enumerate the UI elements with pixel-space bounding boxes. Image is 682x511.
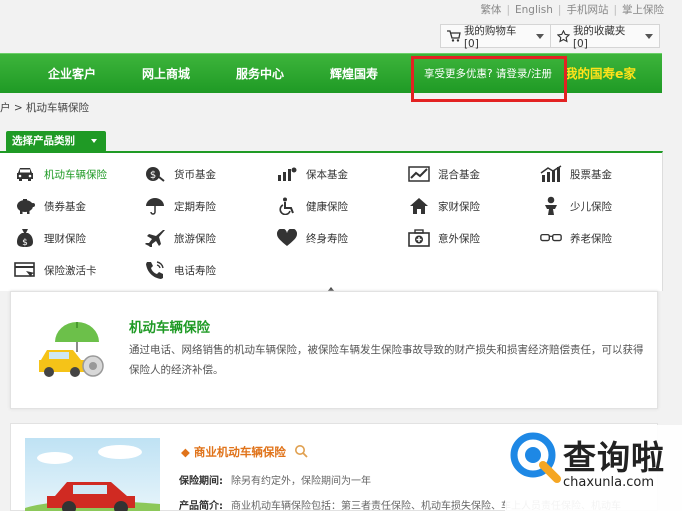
money-bag-icon: $ xyxy=(144,164,166,184)
category-label: 保险激活卡 xyxy=(44,264,97,277)
category-whole-life[interactable]: 终身寿险 xyxy=(276,228,348,248)
cart-icon xyxy=(447,30,461,42)
bullet-icon: ◆ xyxy=(181,445,190,459)
period-value: 除另有约定外，保险期间为一年 xyxy=(231,476,371,487)
heart-icon xyxy=(276,228,298,248)
baby-icon xyxy=(540,196,562,216)
watermark-text: 查询啦 xyxy=(563,438,665,477)
category-travel[interactable]: 旅游保险 xyxy=(144,228,216,248)
car-icon xyxy=(14,164,36,184)
category-detail-card: 机动车辆保险 通过电话、网络销售的机动车辆保险，被保险车辆发生保险事故导致的财产… xyxy=(10,291,658,409)
product-title-link[interactable]: ◆ 商业机动车辆保险 xyxy=(181,444,308,460)
phone-icon xyxy=(144,260,166,280)
red-car-icon xyxy=(25,445,160,511)
link-english[interactable]: English xyxy=(515,4,553,16)
link-mobile-site[interactable]: 手机网站 xyxy=(566,4,608,16)
detail-description: 通过电话、网络销售的机动车辆保险，被保险车辆发生保险事故导致的财产损失和损害经济… xyxy=(129,344,644,376)
category-label: 家财保险 xyxy=(438,200,480,213)
card-icon xyxy=(14,260,36,280)
category-activation-card[interactable]: 保险激活卡 xyxy=(14,260,97,280)
nav-enterprise[interactable]: 企业客户 xyxy=(48,54,96,94)
category-accident[interactable]: 意外保险 xyxy=(408,228,480,248)
category-label: 货币基金 xyxy=(174,168,216,181)
fund-chart-icon xyxy=(276,164,298,184)
category-label: 少儿保险 xyxy=(570,200,612,213)
chevron-down-icon xyxy=(645,33,653,39)
link-mobile-insurance[interactable]: 掌上保险 xyxy=(622,4,664,16)
chevron-down-icon xyxy=(536,33,544,39)
dollar-bag-icon: $ xyxy=(14,228,36,248)
nav-online-mall[interactable]: 网上商城 xyxy=(142,54,190,94)
product-image[interactable] xyxy=(25,438,160,511)
watermark: 查询啦 chaxunla.com xyxy=(505,425,682,511)
detail-title: 机动车辆保险 xyxy=(129,320,210,336)
category-car-insurance[interactable]: 机动车辆保险 xyxy=(14,164,107,184)
svg-text:$: $ xyxy=(22,238,28,248)
category-mixed-fund[interactable]: 混合基金 xyxy=(408,164,480,184)
first-aid-icon xyxy=(408,228,430,248)
piggy-bank-icon xyxy=(14,196,36,216)
product-title: 商业机动车辆保险 xyxy=(193,445,286,459)
category-stock-fund[interactable]: 股票基金 xyxy=(540,164,612,184)
trend-chart-icon xyxy=(408,164,430,184)
wheelchair-icon xyxy=(276,196,298,216)
car-umbrella-icon xyxy=(39,322,104,377)
favorites-button[interactable]: 我的收藏夹[0] xyxy=(550,24,659,50)
category-label: 混合基金 xyxy=(438,168,480,181)
category-bond-fund[interactable]: 债券基金 xyxy=(14,196,86,216)
intro-label: 产品简介: xyxy=(179,501,223,511)
category-label: 债券基金 xyxy=(44,200,86,213)
favorites-label: 我的收藏夹[0] xyxy=(572,24,626,50)
category-label: 电话寿险 xyxy=(174,264,216,277)
category-home-property[interactable]: 家财保险 xyxy=(408,196,480,216)
category-label: 养老保险 xyxy=(570,232,612,245)
category-label: 股票基金 xyxy=(570,168,612,181)
category-label: 健康保险 xyxy=(306,200,348,213)
category-pension[interactable]: 养老保险 xyxy=(540,228,612,248)
product-period: 保险期间: 除另有约定外，保险期间为一年 xyxy=(179,472,371,487)
category-label: 旅游保险 xyxy=(174,232,216,245)
category-label: 理财保险 xyxy=(44,232,86,245)
cart-favorites-bar: 我的购物车[0] 我的收藏夹[0] xyxy=(440,24,660,50)
page: 繁体 | English | 手机网站 | 掌上保险 我的购物车[0] 我的收藏夹[0] 企… xyxy=(0,0,682,511)
search-icon xyxy=(294,445,308,458)
category-phone-life[interactable]: 电话寿险 xyxy=(144,260,216,280)
category-term-life[interactable]: 定期寿险 xyxy=(144,196,216,216)
svg-text:$: $ xyxy=(150,170,156,181)
category-label: 意外保险 xyxy=(438,232,480,245)
category-money-fund[interactable]: $ 货币基金 xyxy=(144,164,216,184)
cart-button[interactable]: 我的购物车[0] xyxy=(441,24,550,50)
brand-text[interactable]: 我的国寿e家 xyxy=(565,54,636,94)
nav-brilliant-guoshou[interactable]: 辉煌国寿 xyxy=(330,54,378,94)
house-icon xyxy=(408,196,430,216)
category-health[interactable]: 健康保险 xyxy=(276,196,348,216)
breadcrumb: 户 > 机动车辆保险 xyxy=(0,102,89,114)
link-traditional[interactable]: 繁体 xyxy=(480,4,501,16)
select-category-label: 选择产品类别 xyxy=(12,135,75,147)
star-icon xyxy=(557,29,570,43)
select-category-button[interactable]: 选择产品类别 xyxy=(6,131,106,152)
category-wealth[interactable]: $ 理财保险 xyxy=(14,228,86,248)
bar-chart-icon xyxy=(540,164,562,184)
category-panel: 机动车辆保险 $ 货币基金 保本基金 混合基金 股票基金 债券基金 定期寿险 健… xyxy=(0,151,663,291)
category-children[interactable]: 少儿保险 xyxy=(540,196,612,216)
category-label: 机动车辆保险 xyxy=(44,168,107,181)
glasses-icon xyxy=(540,228,562,248)
umbrella-icon xyxy=(144,196,166,216)
category-label: 保本基金 xyxy=(306,168,348,181)
period-label: 保险期间: xyxy=(179,476,223,487)
nav-service-center[interactable]: 服务中心 xyxy=(236,54,284,94)
chevron-down-icon xyxy=(91,139,97,143)
category-label: 定期寿险 xyxy=(174,200,216,213)
cart-label: 我的购物车[0] xyxy=(463,24,517,50)
watermark-url: chaxunla.com xyxy=(563,475,654,490)
highlight-box xyxy=(411,56,567,102)
top-links: 繁体 | English | 手机网站 | 掌上保险 xyxy=(480,4,664,16)
category-guaranteed-fund[interactable]: 保本基金 xyxy=(276,164,348,184)
airplane-icon xyxy=(144,228,166,248)
watermark-logo-icon xyxy=(510,432,561,483)
category-label: 终身寿险 xyxy=(306,232,348,245)
